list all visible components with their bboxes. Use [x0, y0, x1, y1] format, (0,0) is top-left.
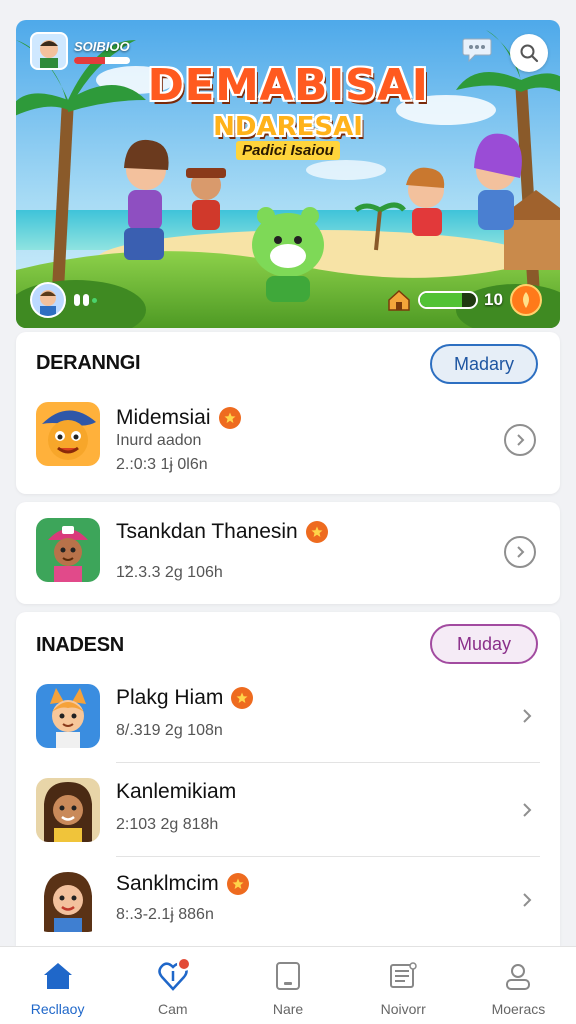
item-meta: 2.:0:3 1ɉ 0l6n	[116, 456, 208, 473]
hero-subtitle: Padici Isaiou	[16, 141, 560, 160]
list-item[interactable]: Tsankdan Thanesin 1̃2.3.3 2ɡ 106h	[16, 516, 560, 592]
item-title: Tsankdan Thanesin	[116, 520, 328, 544]
game-thumbnail	[36, 402, 100, 466]
tab-moeracs[interactable]: Moeracs	[461, 947, 576, 1024]
chevron-right-icon[interactable]	[520, 706, 534, 726]
friend-avatar[interactable]	[30, 282, 66, 318]
item-title: Midemsiai	[116, 406, 241, 430]
item-title: Kanlemikiam	[116, 780, 237, 803]
section-card-1: DERANNGI Madary Midemsiai Inurd aadon 2.…	[16, 332, 560, 494]
tab-noivorr[interactable]: Noivorr	[346, 947, 461, 1024]
tab-cam[interactable]: Cam	[115, 947, 230, 1024]
base-icon[interactable]	[386, 287, 412, 313]
list-item[interactable]: Midemsiai Inurd aadon 2.:0:3 1ɉ 0l6n	[16, 400, 560, 490]
chevron-right-icon[interactable]	[504, 536, 536, 568]
tab-label: Cam	[158, 1001, 188, 1017]
section-title: DERANNGI	[36, 352, 141, 374]
item-title: Plakg Hiam	[116, 686, 254, 710]
item-title: Sanklmcim	[116, 872, 249, 896]
list-item[interactable]: Kanlemikiam 2:103 2ɡ 818h	[16, 776, 560, 856]
player-health-bar	[74, 56, 130, 64]
tab-label: Noivorr	[380, 1001, 426, 1017]
hero-banner[interactable]: DEMABISAI NDARESAI Padici Isaiou SOIBIOO	[16, 20, 560, 328]
tab-label: Moeracs	[491, 1001, 546, 1017]
tab-nare[interactable]: Nare	[230, 947, 345, 1024]
home-icon	[41, 959, 75, 993]
news-icon	[386, 959, 420, 993]
star-icon	[218, 407, 241, 429]
item-meta: 8:.3-2.1ɉ 886n	[116, 906, 214, 923]
chat-icon[interactable]	[460, 34, 494, 64]
game-thumbnail	[36, 684, 100, 748]
player-avatar	[30, 32, 68, 70]
tab-home[interactable]: Recllaoy	[0, 947, 115, 1024]
energy-value: 10	[484, 290, 503, 309]
bottom-tab-bar: Recllaoy Cam Nare Noivorr Moeracs	[0, 946, 576, 1024]
star-icon	[305, 521, 328, 543]
tab-label: Recllaoy	[30, 1001, 85, 1017]
item-meta: 8/.319 2ɡ 108n	[116, 722, 223, 739]
divider	[116, 762, 540, 763]
section-card-1b: Tsankdan Thanesin 1̃2.3.3 2ɡ 106h	[16, 502, 560, 604]
game-thumbnail	[36, 778, 100, 842]
tab-label: Nare	[272, 1001, 304, 1017]
chevron-right-icon[interactable]	[520, 890, 534, 910]
player-card[interactable]: SOIBIOO	[30, 32, 130, 70]
star-icon	[226, 873, 249, 895]
list-item[interactable]: Plakg Hiam 8/.319 2ɡ 108n	[16, 682, 560, 762]
tablet-icon	[271, 959, 305, 993]
section-card-2: INADESN Muday Plakg Hiam 8/.319 2ɡ 108n	[16, 612, 560, 946]
hero-bottom-left	[30, 282, 97, 318]
game-thumbnail	[36, 868, 100, 932]
section2-action-button[interactable]: Muday	[430, 624, 538, 664]
profile-icon	[501, 959, 535, 993]
hero-title-line2: NDARESAI	[213, 112, 363, 142]
section-title: INADESN	[36, 634, 124, 656]
item-meta: 1̃2.3.3 2ɡ 106h	[116, 564, 223, 581]
section1-action-button[interactable]: Madary	[430, 344, 538, 384]
item-meta: 2:103 2ɡ 818h	[116, 816, 219, 833]
status-dots-icon	[74, 294, 97, 306]
coin-icon[interactable]	[510, 284, 542, 316]
item-subtitle: Inurd aadon	[116, 432, 202, 449]
search-icon[interactable]	[510, 34, 548, 72]
energy-bar	[418, 291, 478, 309]
player-name: SOIBIOO	[74, 38, 130, 54]
chevron-right-icon[interactable]	[520, 800, 534, 820]
star-icon	[231, 687, 254, 709]
hero-bottom-right: 10	[386, 284, 542, 316]
chevron-right-icon[interactable]	[504, 424, 536, 456]
list-item[interactable]: Sanklmcim 8:.3-2.1ɉ 886n	[16, 868, 560, 946]
divider	[116, 856, 540, 857]
game-thumbnail	[36, 518, 100, 582]
